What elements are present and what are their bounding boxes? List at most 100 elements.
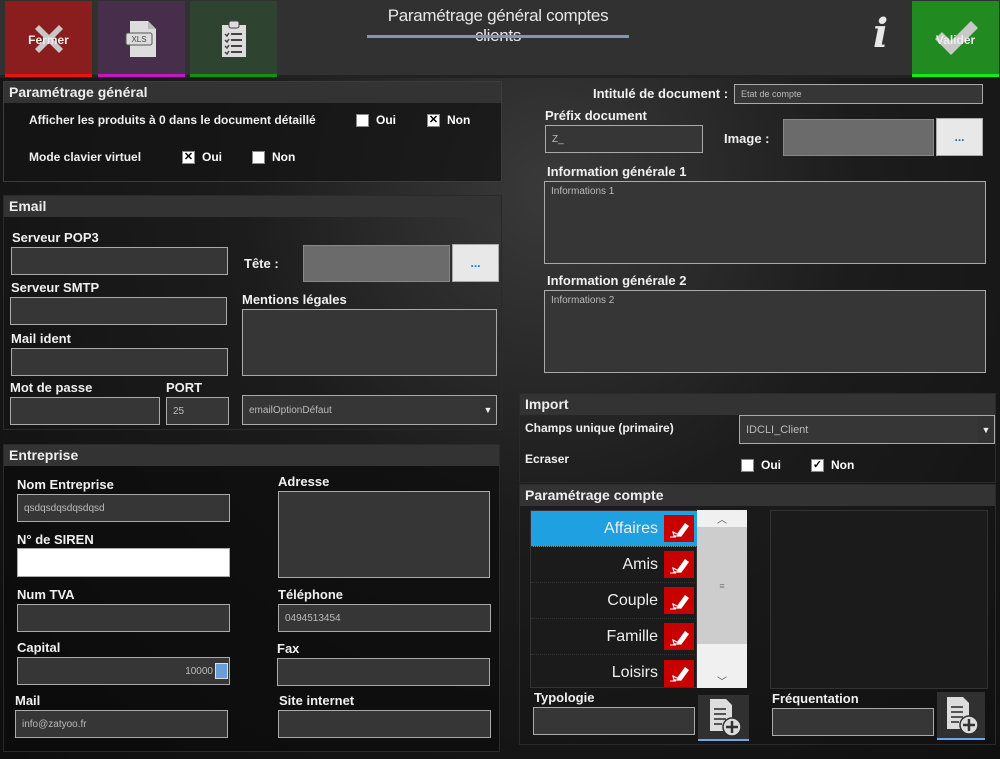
checkbox-box: ✕ <box>427 113 440 127</box>
info2-label: Information générale 2 <box>547 273 687 288</box>
address-label: Adresse <box>278 474 330 489</box>
list-item[interactable]: Affaires <box>531 511 697 547</box>
clipboard-icon <box>221 20 246 57</box>
eraser-icon[interactable] <box>664 551 694 578</box>
list-item[interactable]: Famille <box>531 619 697 655</box>
typology-name: Affaires <box>604 519 658 537</box>
close-button[interactable]: Fermer <box>5 1 92 77</box>
info1-label: Information générale 1 <box>547 164 687 179</box>
mail-input[interactable]: info@zatyoo.fr <box>15 710 228 738</box>
pop3-label: Serveur POP3 <box>12 230 99 245</box>
typologie-input[interactable] <box>533 707 695 735</box>
eraser-icon[interactable] <box>664 659 694 687</box>
phone-label: Téléphone <box>278 587 344 602</box>
frequentation-input[interactable] <box>772 708 934 736</box>
checkbox-box <box>252 150 265 164</box>
password-label: Mot de passe <box>10 380 93 395</box>
unique-field-select[interactable]: IDCLI_Client ▼ <box>739 415 995 444</box>
show-zero-products-oui-checkbox[interactable]: Oui <box>356 113 396 127</box>
add-frequentation-button[interactable] <box>937 692 985 740</box>
info-icon[interactable]: i <box>873 10 888 57</box>
eraser-icon[interactable] <box>664 623 694 650</box>
import-header: Import <box>520 394 995 415</box>
smtp-input[interactable] <box>10 297 227 325</box>
validate-accent-bar <box>912 74 999 77</box>
xls-accent-bar <box>98 74 185 77</box>
info2-textarea[interactable]: Informations 2 <box>544 290 986 373</box>
tete-browse-button[interactable]: ... <box>452 244 499 282</box>
port-input[interactable]: 25 <box>166 397 229 425</box>
email-option-value: emailOptionDéfaut <box>249 404 332 416</box>
port-label: PORT <box>166 380 203 395</box>
chevron-up-icon[interactable]: ︿ <box>697 510 747 526</box>
checkbox-box: ✓ <box>811 458 824 472</box>
image-label: Image : <box>724 131 770 146</box>
overwrite-oui-checkbox[interactable]: Oui <box>741 458 781 472</box>
checkbox-label: Oui <box>761 458 781 472</box>
checkbox-box <box>741 458 754 472</box>
smtp-label: Serveur SMTP <box>11 280 100 295</box>
calculator-icon[interactable] <box>215 663 228 679</box>
mentions-textarea[interactable] <box>242 309 497 376</box>
virtual-keyboard-non-checkbox[interactable]: Non <box>252 150 295 164</box>
tva-label: Num TVA <box>17 587 75 602</box>
pop3-input[interactable] <box>11 247 228 275</box>
tva-input[interactable] <box>17 604 230 632</box>
general-settings-header: Paramétrage général <box>4 82 501 103</box>
image-browse-button[interactable]: ... <box>936 118 983 156</box>
typology-name: Couple <box>607 591 658 609</box>
checkbox-box <box>356 113 369 127</box>
checkbox-label: Non <box>831 458 855 472</box>
frequentation-label: Fréquentation <box>772 691 859 706</box>
info1-textarea[interactable]: Informations 1 <box>544 181 986 264</box>
eraser-icon[interactable] <box>664 587 694 614</box>
password-input[interactable] <box>10 397 160 425</box>
capital-input[interactable]: 10000 <box>17 657 230 685</box>
mail-ident-label: Mail ident <box>11 331 71 346</box>
overwrite-label: Ecraser <box>525 452 570 466</box>
validate-button[interactable]: Valider <box>912 1 999 77</box>
email-option-select[interactable]: emailOptionDéfaut ▼ <box>242 395 497 425</box>
website-input[interactable] <box>278 710 491 738</box>
close-label: Fermer <box>28 33 69 47</box>
siren-label: N° de SIREN <box>17 532 94 547</box>
account-settings-header: Paramétrage compte <box>520 485 995 506</box>
validate-label: Valider <box>935 33 976 47</box>
image-input[interactable] <box>783 119 934 156</box>
list-item[interactable]: Amis <box>531 547 697 583</box>
frequentation-list <box>770 510 988 689</box>
virtual-keyboard-oui-checkbox[interactable]: ✕ Oui <box>182 150 222 164</box>
toolbar: Fermer XLS Paramétrage général comptes c… <box>0 0 1000 78</box>
export-xls-button[interactable]: XLS <box>98 1 185 77</box>
list-item[interactable]: Loisirs <box>531 655 697 691</box>
tete-input[interactable] <box>303 245 450 282</box>
fax-input[interactable] <box>277 658 490 686</box>
tete-label: Tête : <box>244 256 279 271</box>
chevron-down-icon[interactable]: ﹀ <box>697 672 747 688</box>
siren-input[interactable] <box>17 548 230 577</box>
show-zero-products-non-checkbox[interactable]: ✕ Non <box>427 113 470 127</box>
doc-title-input[interactable]: Etat de compte <box>734 84 983 104</box>
checklist-accent-bar <box>190 74 277 77</box>
scroll-thumb[interactable]: ≡ <box>697 527 747 644</box>
eraser-icon[interactable] <box>664 515 694 542</box>
company-name-input[interactable]: qsdqsdqsdqsdqsd <box>17 494 230 522</box>
checkbox-label: Oui <box>376 113 396 127</box>
address-textarea[interactable] <box>278 491 490 578</box>
virtual-keyboard-label: Mode clavier virtuel <box>29 150 142 164</box>
add-typologie-button[interactable] <box>698 695 749 741</box>
overwrite-non-checkbox[interactable]: ✓ Non <box>811 458 854 472</box>
company-header: Entreprise <box>4 445 499 466</box>
typology-name: Loisirs <box>611 664 658 681</box>
mail-label: Mail <box>15 693 41 708</box>
show-zero-products-label: Afficher les produits à 0 dans le docume… <box>29 113 316 127</box>
prefix-input[interactable]: Z_ <box>545 125 703 153</box>
capital-label: Capital <box>17 640 61 655</box>
unique-field-value: IDCLI_Client <box>746 423 809 436</box>
website-label: Site internet <box>279 693 355 708</box>
typology-list-scrollbar[interactable]: ︿ ≡ ﹀ <box>697 510 747 688</box>
list-item[interactable]: Couple <box>531 583 697 619</box>
mail-ident-input[interactable] <box>11 348 228 376</box>
phone-input[interactable]: 0494513454 <box>278 604 491 632</box>
checklist-button[interactable] <box>190 1 277 77</box>
